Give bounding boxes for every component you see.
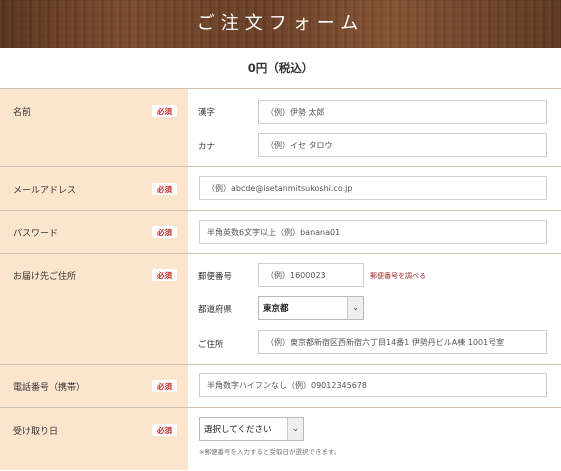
- row-name: 名前 必須 漢字 （例）伊勢 太郎 カナ （例）イセ タロウ: [0, 89, 561, 167]
- page-title: ご注文フォーム: [196, 13, 365, 34]
- postal-code-label: 郵便番号: [198, 272, 233, 282]
- name-label: 名前: [13, 108, 32, 118]
- prefecture-label: 都道府県: [198, 305, 233, 315]
- email-input[interactable]: （例）abcde@isetanmitsukoshi.co.jp: [199, 176, 547, 200]
- required-badge: 必須: [152, 424, 177, 436]
- address-label: お届け先ご住所: [13, 272, 77, 282]
- kanji-name-input[interactable]: （例）伊勢 太郎: [258, 100, 547, 124]
- prefecture-select[interactable]: 東京都 ⌄: [258, 296, 364, 320]
- password-input[interactable]: 半角英数6文字以上（例）banana01: [199, 220, 547, 244]
- phone-input[interactable]: 半角数字ハイフンなし（例）09012345678: [199, 373, 547, 397]
- phone-label: 電話番号（携帯）: [13, 383, 86, 393]
- postal-code-input[interactable]: （例）1600023: [258, 263, 364, 287]
- pickup-date-select[interactable]: 選択してください ⌄: [199, 417, 304, 441]
- password-label: パスワード: [13, 229, 59, 239]
- row-address: お届け先ご住所 必須 郵便番号 （例）1600023 郵便番号を調べる 都道府県…: [0, 254, 561, 365]
- prefecture-selected: 東京都: [263, 304, 289, 314]
- row-password: パスワード 必須 半角英数6文字以上（例）banana01: [0, 211, 561, 254]
- row-email: メールアドレス 必須 （例）abcde@isetanmitsukoshi.co.…: [0, 167, 561, 211]
- order-form: 名前 必須 漢字 （例）伊勢 太郎 カナ （例）イセ タロウ メールアドレス 必…: [0, 88, 561, 470]
- street-address-input[interactable]: （例）東京都新宿区西新宿六丁目14番1 伊勢丹ビルA棟 1001号室: [258, 330, 547, 354]
- pickup-date-selected: 選択してください: [204, 425, 272, 435]
- required-badge: 必須: [152, 183, 177, 195]
- order-total: 0円（税込）: [247, 61, 314, 75]
- pickup-date-note: ※郵便番号を入力すると受取日が選択できます。: [199, 448, 341, 456]
- row-phone: 電話番号（携帯） 必須 半角数字ハイフンなし（例）09012345678: [0, 365, 561, 408]
- required-badge: 必須: [152, 380, 177, 392]
- row-pickup-date: 受け取り日 必須 選択してください ⌄ ※郵便番号を入力すると受取日が選択できま…: [0, 408, 561, 470]
- required-badge: 必須: [152, 226, 177, 238]
- kana-label: カナ: [198, 142, 216, 152]
- email-label: メールアドレス: [13, 186, 77, 196]
- chevron-down-icon: ⌄: [347, 297, 363, 319]
- required-badge: 必須: [152, 269, 177, 281]
- pickup-date-label: 受け取り日: [13, 427, 59, 437]
- kana-name-input[interactable]: （例）イセ タロウ: [258, 133, 547, 157]
- required-badge: 必須: [152, 105, 177, 117]
- chevron-down-icon: ⌄: [287, 418, 303, 440]
- street-address-label: ご住所: [198, 340, 224, 350]
- kanji-label: 漢字: [198, 108, 216, 118]
- postal-code-lookup-link[interactable]: 郵便番号を調べる: [370, 271, 426, 281]
- page-header: ご注文フォーム: [0, 0, 561, 48]
